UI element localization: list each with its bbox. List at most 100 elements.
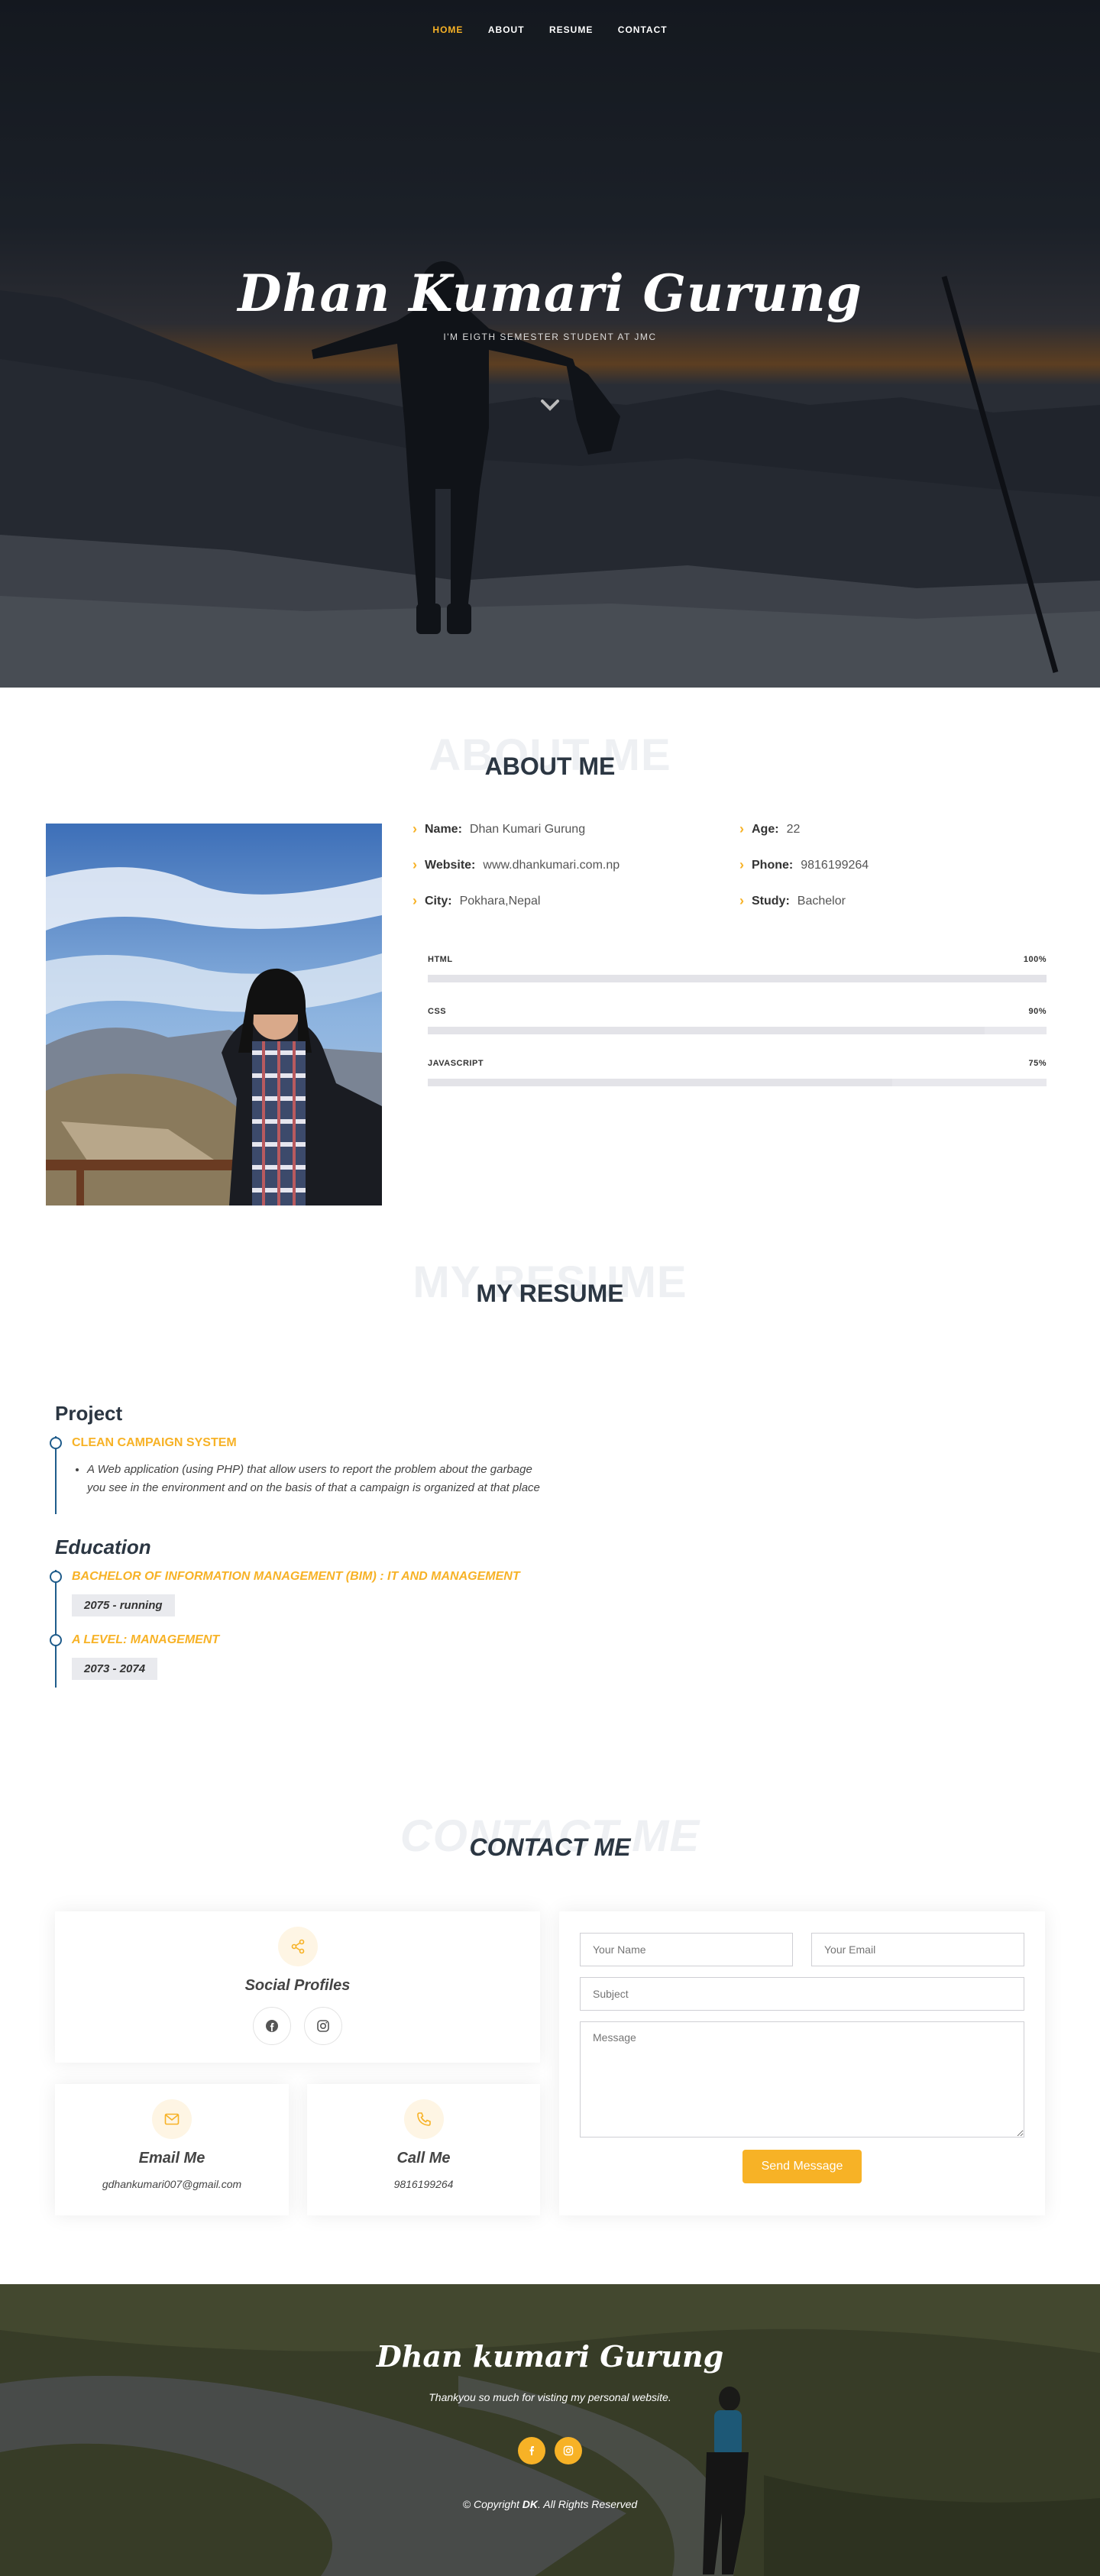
- contact-section: CONTACT ME CONTACT ME Social Profiles Em…: [0, 1811, 1100, 2284]
- info-value: www.dhankumari.com.np: [483, 858, 620, 872]
- timeline-dot: [50, 1571, 62, 1583]
- education-heading: Education: [55, 1536, 151, 1558]
- instagram-icon[interactable]: [555, 2437, 583, 2464]
- info-age: › Age: 22: [739, 821, 1045, 837]
- send-message-button[interactable]: Send Message: [742, 2150, 862, 2183]
- profile-photo: [46, 824, 382, 1205]
- education-title: A LEVEL: MANAGEMENT: [72, 1633, 220, 1646]
- facebook-icon[interactable]: [517, 2437, 545, 2464]
- nav-about-link[interactable]: ABOUT: [488, 24, 525, 35]
- skill-name: JAVASCRIPT: [428, 1059, 484, 1068]
- social-profiles-heading: Social Profiles: [244, 1977, 351, 1994]
- call-card: Call Me 9816199264: [307, 2084, 540, 2215]
- share-icon: [277, 1927, 318, 1966]
- project-timeline: CLEAN CAMPAIGN SYSTEM A Web application …: [50, 1436, 590, 1514]
- timeline-dot: [50, 1634, 62, 1646]
- copyright-prefix: © Copyright: [462, 2498, 522, 2510]
- subject-input[interactable]: [580, 1977, 1024, 2011]
- skill-progress-bar: [428, 1027, 1047, 1034]
- project-item: CLEAN CAMPAIGN SYSTEM A Web application …: [50, 1436, 590, 1514]
- info-name: › Name: Dhan Kumari Gurung: [412, 821, 739, 837]
- name-input[interactable]: [580, 1933, 793, 1966]
- education-date: 2075 - running: [72, 1594, 175, 1616]
- project-description: A Web application (using PHP) that allow…: [87, 1461, 553, 1497]
- skill-progress-fill: [428, 975, 1047, 982]
- copyright-brand: DK: [522, 2498, 539, 2510]
- about-section: ABOUT ME ABOUT ME › Name: Dhan Kumari Gu…: [0, 688, 1100, 1253]
- envelope-icon: [152, 2099, 192, 2139]
- nav-contact-link[interactable]: CONTACT: [618, 24, 668, 35]
- skills-list: HTML 100% CSS 90% JAVASCRIPT 75%: [412, 955, 1047, 1086]
- resume-title-wrap: MY RESUME MY RESUME: [0, 1257, 1100, 1325]
- info-label: City:: [425, 894, 452, 908]
- timeline-dot: [50, 1437, 62, 1449]
- footer-copyright: © Copyright DK. All Rights Reserved: [0, 2498, 1100, 2510]
- about-title: ABOUT ME: [484, 752, 616, 780]
- chevron-right-icon: ›: [739, 893, 744, 908]
- info-value: Dhan Kumari Gurung: [469, 822, 586, 836]
- skill-css: CSS 90%: [428, 1007, 1047, 1034]
- footer-title: Dhan kumari Gurung: [376, 2339, 724, 2374]
- email-input[interactable]: [811, 1933, 1024, 1966]
- info-study: › Study: Bachelor: [739, 893, 1045, 909]
- scroll-down-chevron-icon[interactable]: [539, 393, 561, 416]
- info-value: 22: [786, 822, 801, 836]
- education-item: A LEVEL: MANAGEMENT 2073 - 2074: [50, 1633, 590, 1688]
- about-info: › Name: Dhan Kumari Gurung › Age: 22 › W…: [412, 821, 1047, 1111]
- chevron-right-icon: ›: [412, 857, 417, 872]
- footer: Dhan kumari Gurung Thankyou so much for …: [0, 2284, 1100, 2576]
- about-title-wrap: ABOUT ME ABOUT ME: [0, 730, 1100, 798]
- facebook-icon[interactable]: [253, 2007, 292, 2045]
- info-value: 9816199264: [801, 858, 869, 872]
- skill-name: CSS: [428, 1007, 447, 1016]
- footer-subtitle: Thankyou so much for visting my personal…: [429, 2391, 671, 2403]
- chevron-right-icon: ›: [739, 821, 744, 837]
- skill-percent: 100%: [1023, 955, 1047, 964]
- chevron-right-icon: ›: [412, 893, 417, 908]
- info-label: Website:: [425, 858, 476, 872]
- resume-section: MY RESUME MY RESUME Project CLEAN CAMPAI…: [0, 1253, 1100, 1811]
- education-timeline: BACHELOR OF INFORMATION MANAGEMENT (BIM)…: [50, 1570, 590, 1688]
- phone-icon: [403, 2099, 444, 2139]
- info-value: Pokhara,Nepal: [459, 894, 541, 908]
- education-title: BACHELOR OF INFORMATION MANAGEMENT (BIM)…: [72, 1570, 520, 1583]
- social-profiles-card: Social Profiles: [55, 1911, 540, 2063]
- project-description-list: A Web application (using PHP) that allow…: [87, 1461, 553, 1497]
- call-value[interactable]: 9816199264: [307, 2178, 540, 2190]
- message-textarea[interactable]: [580, 2021, 1024, 2137]
- nav-home-link[interactable]: HOME: [432, 24, 463, 35]
- skill-percent: 90%: [1028, 1007, 1047, 1016]
- skill-name: HTML: [428, 955, 453, 964]
- contact-form: Send Message: [559, 1911, 1045, 2215]
- nav-resume-link[interactable]: RESUME: [549, 24, 593, 35]
- hero-section: HOME ABOUT RESUME CONTACT Dhan Kumari Gu…: [0, 0, 1100, 688]
- education-item: BACHELOR OF INFORMATION MANAGEMENT (BIM)…: [50, 1570, 590, 1633]
- hero-subtitle: I'M EIGTH SEMESTER STUDENT AT JMC: [443, 332, 657, 342]
- info-city: › City: Pokhara,Nepal: [412, 893, 739, 909]
- skill-progress-fill: [428, 1079, 892, 1086]
- project-title: CLEAN CAMPAIGN SYSTEM: [72, 1436, 237, 1449]
- chevron-right-icon: ›: [412, 821, 417, 837]
- hero-overlay: [0, 0, 1100, 688]
- resume-title: MY RESUME: [476, 1280, 624, 1307]
- skill-percent: 75%: [1028, 1059, 1047, 1068]
- email-value[interactable]: gdhankumari007@gmail.com: [55, 2178, 289, 2190]
- main-nav: HOME ABOUT RESUME CONTACT: [0, 23, 1100, 37]
- call-heading: Call Me: [396, 2150, 451, 2167]
- instagram-icon[interactable]: [303, 2007, 342, 2045]
- chevron-right-icon: ›: [739, 857, 744, 872]
- copyright-suffix: . All Rights Reserved: [538, 2498, 638, 2510]
- info-label: Age:: [752, 822, 779, 836]
- contact-title: CONTACT ME: [469, 1833, 631, 1861]
- skill-progress-bar: [428, 1079, 1047, 1086]
- contact-title-wrap: CONTACT ME CONTACT ME: [0, 1811, 1100, 1879]
- project-heading: Project: [55, 1402, 123, 1425]
- hero-name: Dhan Kumari Gurung: [238, 264, 862, 323]
- info-phone: › Phone: 9816199264: [739, 857, 1045, 873]
- personal-info-grid: › Name: Dhan Kumari Gurung › Age: 22 › W…: [412, 821, 1047, 909]
- skill-html: HTML 100%: [428, 955, 1047, 982]
- info-label: Phone:: [752, 858, 794, 872]
- footer-social-links: [0, 2437, 1100, 2464]
- resume-body: Project CLEAN CAMPAIGN SYSTEM A Web appl…: [50, 1402, 590, 1688]
- email-card: Email Me gdhankumari007@gmail.com: [55, 2084, 289, 2215]
